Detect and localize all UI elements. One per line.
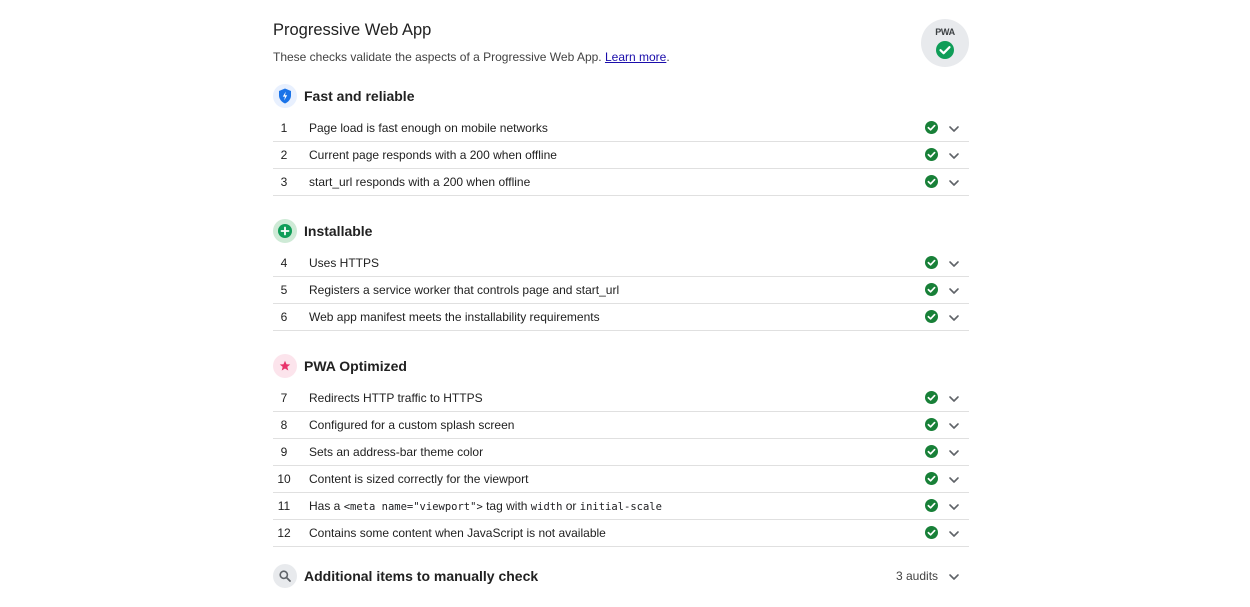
audit-row[interactable]: 2 Current page responds with a 200 when … bbox=[273, 142, 969, 169]
pwa-category: Progressive Web App These checks validat… bbox=[273, 0, 969, 595]
code-initial-scale: initial-scale bbox=[579, 501, 662, 513]
chevron-down-icon[interactable] bbox=[948, 571, 960, 583]
description-text: These checks validate the aspects of a P… bbox=[273, 50, 602, 64]
chevron-down-icon[interactable] bbox=[948, 150, 960, 162]
audit-row[interactable]: 7 Redirects HTTP traffic to HTTPS bbox=[273, 385, 969, 412]
audit-title: Registers a service worker that controls… bbox=[309, 283, 620, 297]
chevron-down-icon[interactable] bbox=[948, 501, 960, 513]
learn-more-link[interactable]: Learn more bbox=[605, 50, 666, 64]
audit-number: 4 bbox=[280, 256, 288, 270]
audit-number: 3 bbox=[280, 175, 288, 189]
audit-row[interactable]: 10 Content is sized correctly for the vi… bbox=[273, 466, 969, 493]
pass-check-icon bbox=[925, 256, 938, 269]
code-width: width bbox=[530, 501, 563, 513]
audit-row[interactable]: 4 Uses HTTPS bbox=[273, 250, 969, 277]
chevron-down-icon[interactable] bbox=[948, 474, 960, 486]
audit-number: 8 bbox=[280, 418, 288, 432]
chevron-down-icon[interactable] bbox=[948, 447, 960, 459]
chevron-down-icon[interactable] bbox=[948, 123, 960, 135]
audit-number: 11 bbox=[277, 499, 291, 513]
star-icon bbox=[273, 354, 297, 378]
audit-title: Uses HTTPS bbox=[309, 256, 380, 270]
audit-title: Redirects HTTP traffic to HTTPS bbox=[309, 391, 483, 405]
pass-check-icon bbox=[925, 175, 938, 188]
audit-row[interactable]: 8 Configured for a custom splash screen bbox=[273, 412, 969, 439]
group-title: Fast and reliable bbox=[304, 88, 415, 104]
pass-check-icon bbox=[925, 472, 938, 485]
pass-check-icon bbox=[925, 418, 938, 431]
audit-number: 6 bbox=[280, 310, 288, 324]
audit-number: 9 bbox=[280, 445, 288, 459]
audits-count: 3 audits bbox=[896, 569, 939, 583]
pass-check-icon bbox=[925, 310, 938, 323]
group-title: PWA Optimized bbox=[304, 358, 407, 374]
pass-check-icon bbox=[925, 148, 938, 161]
chevron-down-icon[interactable] bbox=[948, 420, 960, 432]
chevron-down-icon[interactable] bbox=[948, 177, 960, 189]
pass-check-icon bbox=[925, 121, 938, 134]
audit-title: Sets an address-bar theme color bbox=[309, 445, 484, 459]
group-fast-reliable: Fast and reliable bbox=[273, 80, 969, 115]
audit-title-text: or bbox=[562, 499, 580, 513]
audit-title: Web app manifest meets the installabilit… bbox=[309, 310, 600, 324]
audit-number: 7 bbox=[280, 391, 288, 405]
pwa-check-icon bbox=[936, 41, 954, 59]
audit-row[interactable]: 6 Web app manifest meets the installabil… bbox=[273, 304, 969, 331]
category-description: These checks validate the aspects of a P… bbox=[273, 50, 670, 64]
search-icon bbox=[273, 564, 297, 588]
pass-check-icon bbox=[925, 445, 938, 458]
pass-check-icon bbox=[925, 499, 938, 512]
audit-title: Contains some content when JavaScript is… bbox=[309, 526, 606, 540]
audit-row[interactable]: 5 Registers a service worker that contro… bbox=[273, 277, 969, 304]
chevron-down-icon[interactable] bbox=[948, 393, 960, 405]
category-title: Progressive Web App bbox=[273, 21, 432, 39]
audit-row[interactable]: 9 Sets an address-bar theme color bbox=[273, 439, 969, 466]
lightning-shield-icon bbox=[273, 84, 297, 108]
audit-title: Page load is fast enough on mobile netwo… bbox=[309, 121, 548, 135]
chevron-down-icon[interactable] bbox=[948, 258, 960, 270]
code-meta-viewport: <meta name="viewport"> bbox=[343, 501, 483, 513]
chevron-down-icon[interactable] bbox=[948, 528, 960, 540]
audit-title: Configured for a custom splash screen bbox=[309, 418, 515, 432]
audit-row[interactable]: 12 Contains some content when JavaScript… bbox=[273, 520, 969, 547]
group-installable: Installable bbox=[273, 215, 969, 250]
audit-row[interactable]: 3 start_url responds with a 200 when off… bbox=[273, 169, 969, 196]
manual-checks-group[interactable]: Additional items to manually check 3 aud… bbox=[273, 560, 969, 595]
manual-checks-title: Additional items to manually check bbox=[304, 568, 539, 584]
pass-check-icon bbox=[925, 391, 938, 404]
audit-title: Has a <meta name="viewport"> tag with wi… bbox=[309, 499, 662, 513]
group-pwa-optimized: PWA Optimized bbox=[273, 350, 969, 385]
audit-number: 5 bbox=[280, 283, 288, 297]
group-title: Installable bbox=[304, 223, 373, 239]
audit-number: 1 bbox=[280, 121, 288, 135]
pwa-badge-text: PWA bbox=[935, 27, 955, 37]
audit-row[interactable]: 11 Has a <meta name="viewport"> tag with… bbox=[273, 493, 969, 520]
audit-title-text: tag with bbox=[482, 499, 531, 513]
audit-number: 12 bbox=[277, 526, 291, 540]
chevron-down-icon[interactable] bbox=[948, 312, 960, 324]
audit-number: 10 bbox=[277, 472, 291, 486]
plus-circle-icon bbox=[273, 219, 297, 243]
category-header: Progressive Web App These checks validat… bbox=[273, 0, 969, 80]
audit-title: Current page responds with a 200 when of… bbox=[309, 148, 557, 162]
audit-row[interactable]: 1 Page load is fast enough on mobile net… bbox=[273, 115, 969, 142]
audit-title-text: Has a bbox=[309, 499, 344, 513]
audit-title: Content is sized correctly for the viewp… bbox=[309, 472, 529, 486]
audit-number: 2 bbox=[280, 148, 288, 162]
chevron-down-icon[interactable] bbox=[948, 285, 960, 297]
pwa-badge: PWA bbox=[921, 19, 969, 67]
pass-check-icon bbox=[925, 283, 938, 296]
audit-title: start_url responds with a 200 when offli… bbox=[309, 175, 531, 189]
pass-check-icon bbox=[925, 526, 938, 539]
